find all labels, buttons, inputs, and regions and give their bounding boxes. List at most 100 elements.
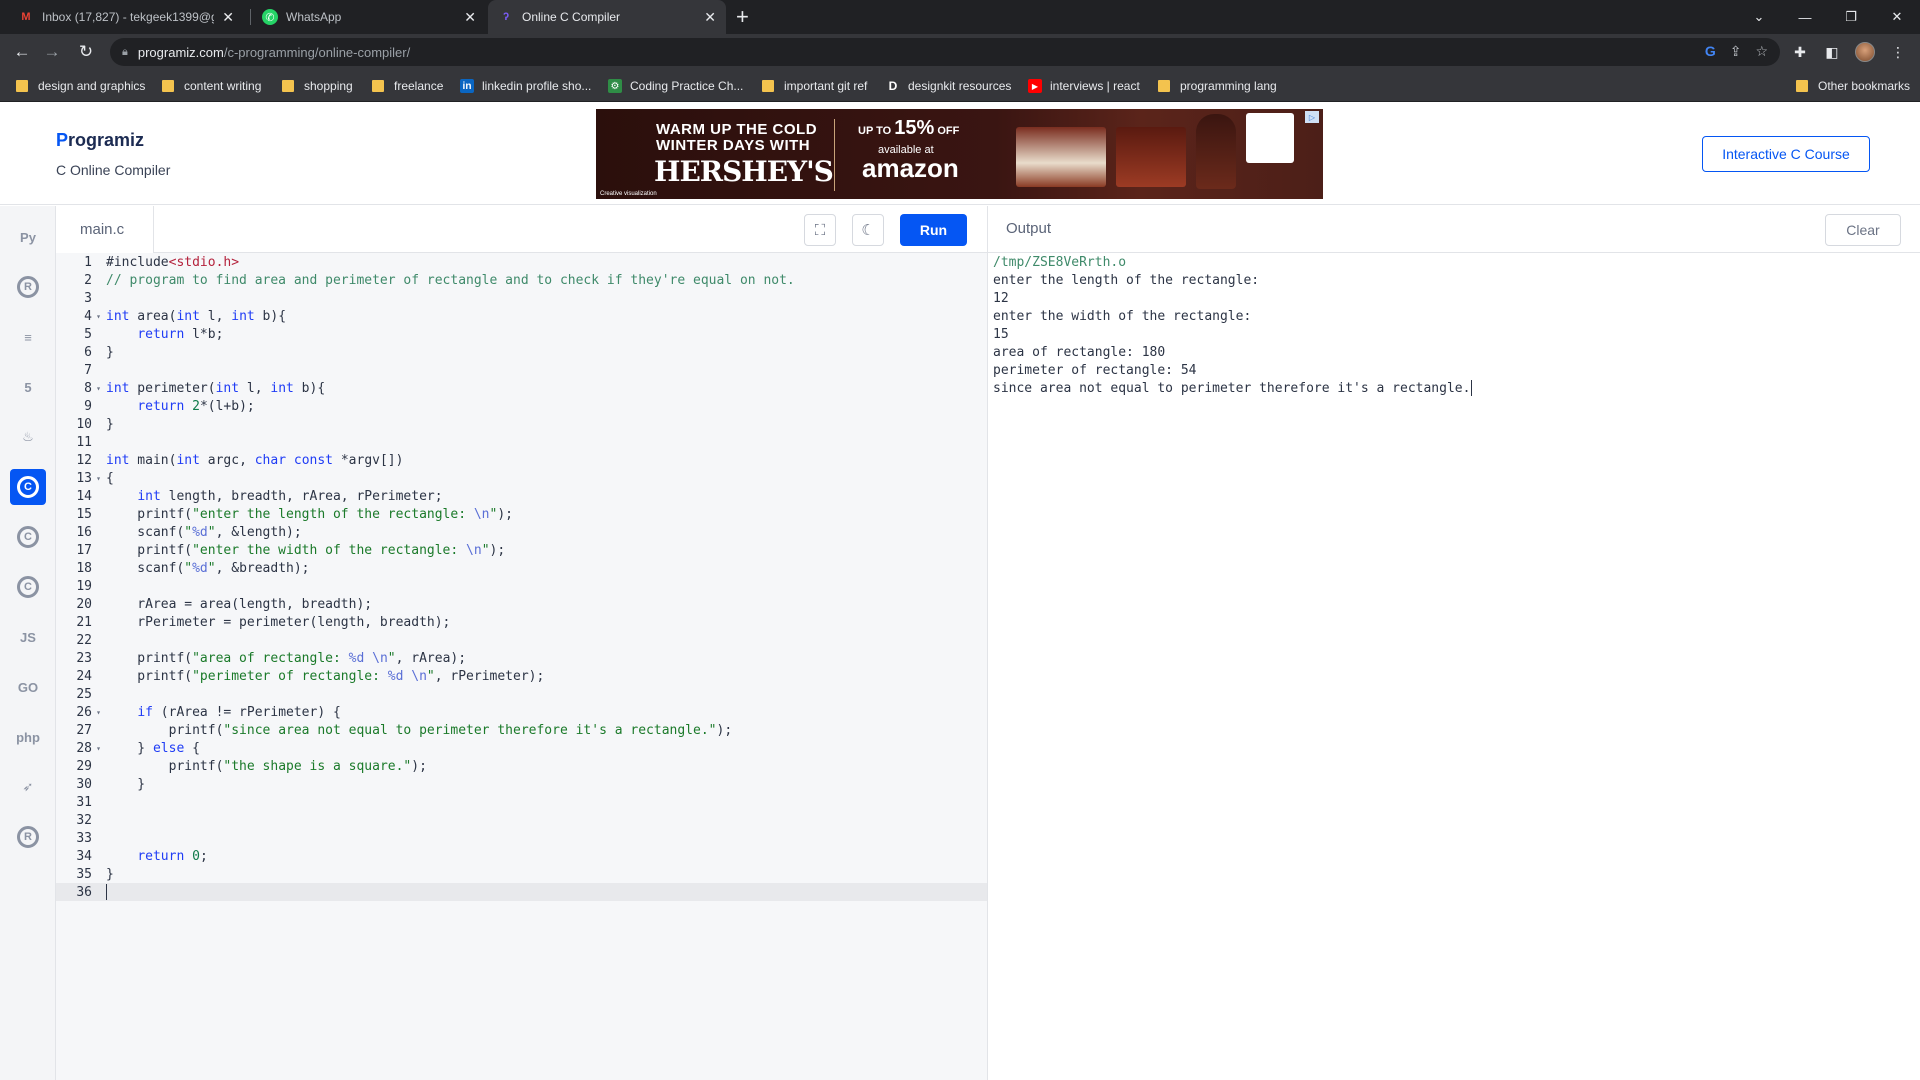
tab-online-c-compiler[interactable]: ʔ Online C Compiler ✕ [488, 0, 726, 34]
code-line[interactable]: 2 // program to find area and perimeter o… [56, 271, 987, 289]
bookmark-design-and-graphics[interactable]: design and graphics [16, 70, 145, 102]
code-area[interactable]: 1 #include<stdio.h> 2 // program to find ar… [56, 253, 987, 1080]
code-line[interactable]: 1 #include<stdio.h> [56, 253, 987, 271]
language-sidebar: Py R ≡ 5 ♨ C C C JS GO php ➶ R [0, 206, 56, 1080]
code-line[interactable]: 7 [56, 361, 987, 379]
output-console[interactable]: /tmp/ZSE8VeRrth.o enter the length of the… [988, 253, 1920, 1080]
code-line[interactable]: 12 int main(int argc, char const *argv[]) [56, 451, 987, 469]
bookmark-linkedin[interactable]: in linkedin profile sho... [460, 70, 591, 102]
code-line[interactable]: 31 [56, 793, 987, 811]
bookmark-shopping[interactable]: shopping [282, 70, 353, 102]
code-line[interactable]: 27 printf("since area not equal to perim… [56, 721, 987, 739]
bookmark-important-git-ref[interactable]: important git ref [762, 70, 867, 102]
tab-main-c[interactable]: main.c [56, 206, 154, 253]
code-line[interactable]: 8 ▾ int perimeter(int l, int b){ [56, 379, 987, 397]
bookmark-freelance[interactable]: freelance [372, 70, 443, 102]
r-icon[interactable]: R [10, 269, 46, 305]
url-input[interactable]: 🔒︎ programiz.com /c-programming/online-c… [110, 38, 1780, 66]
output-toolbar: Output Clear [988, 206, 1920, 253]
csharp-icon[interactable]: C [10, 569, 46, 605]
code-line[interactable]: 21 rPerimeter = perimeter(length, breadt… [56, 613, 987, 631]
google-icon[interactable]: G [1705, 43, 1716, 60]
code-line[interactable]: 4 ▾ int area(int l, int b){ [56, 307, 987, 325]
dark-mode-icon[interactable]: ☾ [852, 214, 884, 246]
code-line[interactable]: 20 rArea = area(length, breadth); [56, 595, 987, 613]
java-icon[interactable]: ♨ [10, 419, 46, 455]
code-line[interactable]: 25 [56, 685, 987, 703]
close-icon[interactable]: ✕ [704, 9, 716, 26]
code-line[interactable]: 32 [56, 811, 987, 829]
code-line[interactable]: 14 int length, breadth, rArea, rPerimete… [56, 487, 987, 505]
bookmark-coding-practice[interactable]: ⚙ Coding Practice Ch... [608, 70, 743, 102]
code-line[interactable]: 13 ▾{ [56, 469, 987, 487]
python-icon[interactable]: Py [10, 219, 46, 255]
fold-arrow-icon[interactable]: ▾ [92, 312, 105, 321]
fold-arrow-icon[interactable]: ▾ [92, 708, 105, 717]
tab-gmail[interactable]: M Inbox (17,827) - tekgeek1399@gr ✕ [8, 0, 244, 34]
sql-icon[interactable]: ≡ [10, 319, 46, 355]
code-line[interactable]: 9 return 2*(l+b); [56, 397, 987, 415]
code-line[interactable]: 23 printf("area of rectangle: %d \n", rA… [56, 649, 987, 667]
code-line[interactable]: 16 scanf("%d", &length); [56, 523, 987, 541]
code-line[interactable]: 18 scanf("%d", &breadth); [56, 559, 987, 577]
html-icon[interactable]: 5 [10, 369, 46, 405]
go-icon[interactable]: GO [10, 669, 46, 705]
new-tab-icon[interactable]: + [736, 4, 749, 30]
code-line[interactable]: 24 printf("perimeter of rectangle: %d \n… [56, 667, 987, 685]
side-panel-icon[interactable]: ◧ [1820, 40, 1844, 64]
tab-search-icon[interactable]: ⌄ [1736, 0, 1782, 34]
tab-whatsapp[interactable]: ✆ WhatsApp ✕ [252, 0, 486, 34]
avatar[interactable] [1855, 42, 1875, 62]
share-icon[interactable]: ⇪ [1730, 43, 1742, 60]
code-line[interactable]: 29 printf("the shape is a square."); [56, 757, 987, 775]
reload-icon[interactable]: ↻ [74, 40, 98, 64]
other-bookmarks[interactable]: Other bookmarks [1796, 70, 1910, 102]
back-icon[interactable]: ← [10, 40, 34, 64]
bookmark-content-writing[interactable]: content writing [162, 70, 261, 102]
code-line[interactable]: 22 [56, 631, 987, 649]
adchoices-icon[interactable]: ▷ [1305, 111, 1319, 123]
close-window-icon[interactable]: ✕ [1874, 0, 1920, 34]
star-icon[interactable]: ☆ [1755, 43, 1768, 60]
clear-button[interactable]: Clear [1825, 214, 1901, 246]
code-line[interactable]: 10} [56, 415, 987, 433]
swift-icon[interactable]: ➶ [10, 769, 46, 805]
rust-icon[interactable]: R [10, 819, 46, 855]
code-line[interactable]: 33 [56, 829, 987, 847]
code-line[interactable]: 15 printf("enter the length of the recta… [56, 505, 987, 523]
fullscreen-icon[interactable]: ⛶ [804, 214, 836, 246]
code-line[interactable]: 26 ▾ if (rArea != rPerimeter) { [56, 703, 987, 721]
hersheys-ad-banner[interactable]: WARM UP THE COLD WINTER DAYS WITH HERSHE… [596, 109, 1323, 199]
code-line[interactable]: 17 printf("enter the width of the rectan… [56, 541, 987, 559]
interactive-c-course-button[interactable]: Interactive C Course [1702, 136, 1870, 172]
code-line[interactable]: 5 return l*b; [56, 325, 987, 343]
code-line[interactable]: 6} [56, 343, 987, 361]
restore-icon[interactable]: ❐ [1828, 0, 1874, 34]
code-line[interactable]: 19 [56, 577, 987, 595]
js-icon[interactable]: JS [10, 619, 46, 655]
close-icon[interactable]: ✕ [222, 9, 234, 26]
code-line[interactable]: 11 [56, 433, 987, 451]
extensions-icon[interactable]: ✚ [1788, 40, 1812, 64]
code-line[interactable]: 28 ▾ } else { [56, 739, 987, 757]
bookmark-designkit-resources[interactable]: D designkit resources [886, 70, 1011, 102]
code-line[interactable]: 3 [56, 289, 987, 307]
code-line[interactable]: 35} [56, 865, 987, 883]
forward-icon[interactable]: → [40, 40, 64, 64]
minimize-icon[interactable]: — [1782, 0, 1828, 34]
fold-arrow-icon[interactable]: ▾ [92, 474, 105, 483]
fold-arrow-icon[interactable]: ▾ [92, 384, 105, 393]
bookmark-interviews-react[interactable]: ▶ interviews | react [1028, 70, 1140, 102]
php-icon[interactable]: php [10, 719, 46, 755]
menu-icon[interactable]: ⋮ [1886, 40, 1910, 64]
fold-arrow-icon[interactable]: ▾ [92, 744, 105, 753]
code-line[interactable]: 30 } [56, 775, 987, 793]
bookmark-programming-lang[interactable]: programming lang [1158, 70, 1277, 102]
programiz-logo[interactable]: Programiz [56, 130, 144, 151]
code-line[interactable]: 36 [56, 883, 987, 901]
code-line[interactable]: 34 return 0; [56, 847, 987, 865]
close-icon[interactable]: ✕ [464, 9, 476, 26]
c-icon[interactable]: C [10, 469, 46, 505]
run-button[interactable]: Run [900, 214, 967, 246]
cpp-icon[interactable]: C [10, 519, 46, 555]
